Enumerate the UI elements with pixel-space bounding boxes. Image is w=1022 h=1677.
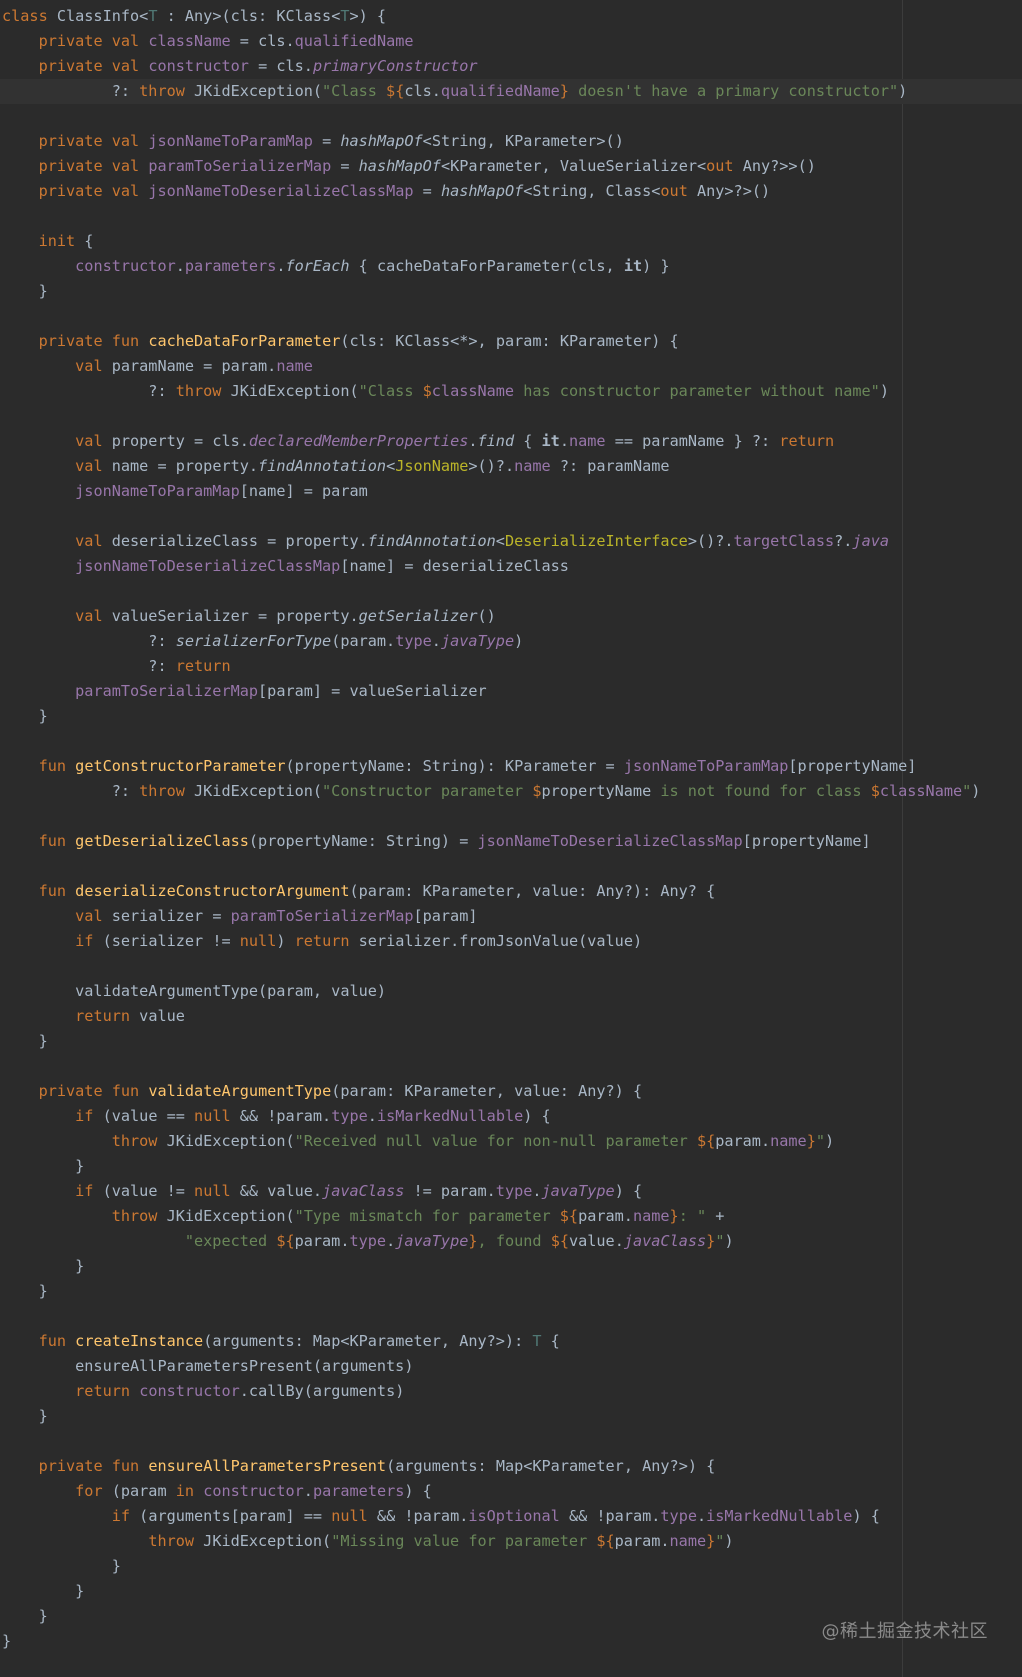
code-line[interactable]: if (value == null && !param.type.isMarke… — [2, 1104, 1022, 1129]
code-line[interactable]: val name = property.findAnnotation<JsonN… — [2, 454, 1022, 479]
code-area[interactable]: class ClassInfo<T : Any>(cls: KClass<T>)… — [0, 4, 1022, 1654]
code-line[interactable]: "expected ${param.type.javaType}, found … — [2, 1229, 1022, 1254]
code-line[interactable]: throw JKidException("Received null value… — [2, 1129, 1022, 1154]
code-line[interactable] — [2, 504, 1022, 529]
code-line[interactable]: val property = cls.declaredMemberPropert… — [2, 429, 1022, 454]
code-line[interactable]: private fun cacheDataForParameter(cls: K… — [2, 329, 1022, 354]
code-line[interactable] — [2, 729, 1022, 754]
code-line[interactable]: private fun validateArgumentType(param: … — [2, 1079, 1022, 1104]
code-line[interactable] — [2, 404, 1022, 429]
code-line[interactable] — [2, 1304, 1022, 1329]
code-line[interactable]: throw JKidException("Missing value for p… — [2, 1529, 1022, 1554]
code-line[interactable]: if (value != null && value.javaClass != … — [2, 1179, 1022, 1204]
code-line[interactable]: val valueSerializer = property.getSerial… — [2, 604, 1022, 629]
code-line[interactable]: ?: throw JKidException("Constructor para… — [2, 779, 1022, 804]
code-line[interactable]: ?: throw JKidException("Class ${cls.qual… — [0, 79, 1022, 104]
code-line[interactable] — [2, 579, 1022, 604]
code-line[interactable]: init { — [2, 229, 1022, 254]
code-line[interactable] — [2, 954, 1022, 979]
code-line[interactable]: private val className = cls.qualifiedNam… — [2, 29, 1022, 54]
code-line[interactable]: jsonNameToDeserializeClassMap[name] = de… — [2, 554, 1022, 579]
code-line[interactable]: ?: throw JKidException("Class $className… — [2, 379, 1022, 404]
code-line[interactable]: for (param in constructor.parameters) { — [2, 1479, 1022, 1504]
code-line[interactable]: } — [2, 704, 1022, 729]
watermark: @稀土掘金技术社区 — [821, 1621, 988, 1642]
code-line[interactable]: throw JKidException("Type mismatch for p… — [2, 1204, 1022, 1229]
code-line[interactable]: val deserializeClass = property.findAnno… — [2, 529, 1022, 554]
code-line[interactable]: private val jsonNameToParamMap = hashMap… — [2, 129, 1022, 154]
code-line[interactable] — [2, 204, 1022, 229]
code-line[interactable] — [2, 104, 1022, 129]
code-line[interactable]: constructor.parameters.forEach { cacheDa… — [2, 254, 1022, 279]
code-line[interactable]: } — [2, 1254, 1022, 1279]
code-line[interactable]: if (arguments[param] == null && !param.i… — [2, 1504, 1022, 1529]
code-line[interactable]: } — [2, 1554, 1022, 1579]
code-line[interactable]: private val constructor = cls.primaryCon… — [2, 54, 1022, 79]
code-line[interactable]: } — [2, 1579, 1022, 1604]
code-line[interactable]: fun deserializeConstructorArgument(param… — [2, 879, 1022, 904]
code-line[interactable]: val paramName = param.name — [2, 354, 1022, 379]
code-line[interactable]: } — [2, 1279, 1022, 1304]
code-line[interactable] — [2, 304, 1022, 329]
code-line[interactable] — [2, 1429, 1022, 1454]
code-line[interactable] — [2, 1054, 1022, 1079]
code-line[interactable]: val serializer = paramToSerializerMap[pa… — [2, 904, 1022, 929]
code-line[interactable]: } — [2, 1029, 1022, 1054]
code-line[interactable]: ?: return — [2, 654, 1022, 679]
code-line[interactable]: } — [2, 1154, 1022, 1179]
code-line[interactable]: return constructor.callBy(arguments) — [2, 1379, 1022, 1404]
code-line[interactable]: fun getConstructorParameter(propertyName… — [2, 754, 1022, 779]
code-line[interactable]: validateArgumentType(param, value) — [2, 979, 1022, 1004]
code-line[interactable] — [2, 804, 1022, 829]
code-line[interactable]: private fun ensureAllParametersPresent(a… — [2, 1454, 1022, 1479]
code-line[interactable]: ?: serializerForType(param.type.javaType… — [2, 629, 1022, 654]
code-line[interactable]: } — [2, 279, 1022, 304]
code-line[interactable]: fun createInstance(arguments: Map<KParam… — [2, 1329, 1022, 1354]
code-line[interactable]: return value — [2, 1004, 1022, 1029]
code-line[interactable]: class ClassInfo<T : Any>(cls: KClass<T>)… — [2, 4, 1022, 29]
code-line[interactable]: ensureAllParametersPresent(arguments) — [2, 1354, 1022, 1379]
code-line[interactable]: jsonNameToParamMap[name] = param — [2, 479, 1022, 504]
code-line[interactable] — [2, 854, 1022, 879]
code-line[interactable]: } — [2, 1404, 1022, 1429]
code-line[interactable]: fun getDeserializeClass(propertyName: St… — [2, 829, 1022, 854]
code-line[interactable]: private val paramToSerializerMap = hashM… — [2, 154, 1022, 179]
code-editor[interactable]: class ClassInfo<T : Any>(cls: KClass<T>)… — [0, 0, 1022, 1677]
code-line[interactable]: private val jsonNameToDeserializeClassMa… — [2, 179, 1022, 204]
code-line[interactable]: paramToSerializerMap[param] = valueSeria… — [2, 679, 1022, 704]
code-line[interactable]: if (serializer != null) return serialize… — [2, 929, 1022, 954]
